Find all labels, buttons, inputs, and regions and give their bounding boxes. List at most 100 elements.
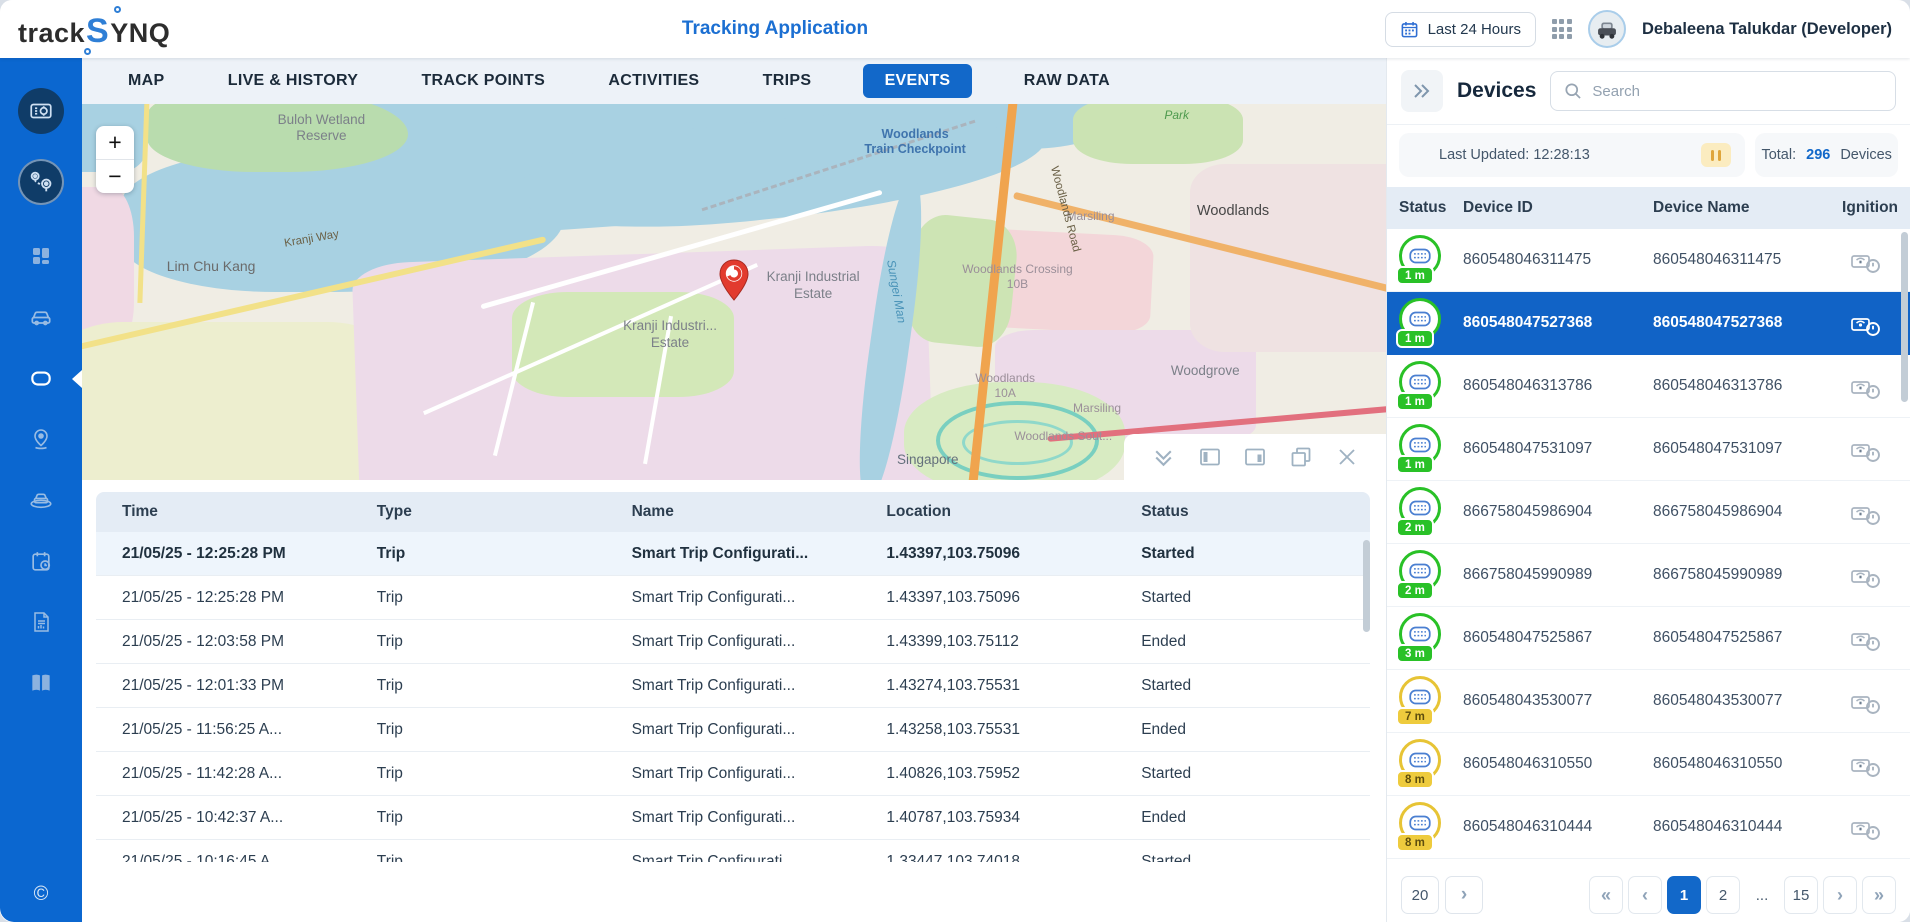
brand-logo[interactable]: trackSYNQ xyxy=(18,10,170,49)
duplicate-view-button[interactable] xyxy=(1288,444,1314,470)
device-row[interactable]: 8 m 860548046310444 860548046310444 xyxy=(1387,796,1910,859)
event-status: Started xyxy=(1115,589,1370,607)
collapse-panel-button[interactable] xyxy=(1150,444,1177,471)
active-item-notch xyxy=(72,370,82,388)
device-row[interactable]: 3 m 860548047525867 860548047525867 xyxy=(1387,607,1910,670)
page-button[interactable]: › xyxy=(1823,876,1857,914)
device-ignition-cell xyxy=(1834,373,1898,400)
pause-refresh-button[interactable] xyxy=(1701,143,1731,167)
sidebar-item-reports[interactable] xyxy=(28,609,54,635)
device-status-icon: 1 m xyxy=(1399,298,1443,348)
map-canvas[interactable]: Buloh Wetland ReserveWoodlands Train Che… xyxy=(82,104,1386,480)
sidebar-item-vehicles[interactable] xyxy=(28,304,54,330)
dock-right-button[interactable] xyxy=(1242,444,1268,470)
tab-raw-data[interactable]: RAW DATA xyxy=(1012,64,1122,98)
sidebar-item-device-settings[interactable] xyxy=(18,88,64,134)
event-row[interactable]: 21/05/25 - 11:42:28 A... Trip Smart Trip… xyxy=(96,752,1370,796)
devices-collapse-button[interactable] xyxy=(1401,70,1443,112)
device-row[interactable]: 8 m 860548046310550 860548046310550 xyxy=(1387,733,1910,796)
zoom-out-button[interactable]: − xyxy=(96,160,134,193)
search-input[interactable] xyxy=(1592,83,1883,100)
dashboard-icon xyxy=(29,244,53,268)
events-column-header: Name xyxy=(606,503,861,521)
devices-column-header: Device Name xyxy=(1653,199,1834,217)
sidebar-item-geofence[interactable] xyxy=(28,487,54,513)
copy-icon xyxy=(1288,444,1314,470)
devices-rows: 1 m 860548046311475 860548046311475 1 m … xyxy=(1387,229,1910,859)
tab-live-history[interactable]: LIVE & HISTORY xyxy=(216,64,370,98)
sidebar-item-route-history[interactable] xyxy=(18,159,64,205)
tab-track-points[interactable]: TRACK POINTS xyxy=(409,64,557,98)
page-button[interactable]: ... xyxy=(1745,876,1779,914)
ignition-icon xyxy=(1850,751,1882,778)
close-panel-button[interactable] xyxy=(1334,444,1360,470)
event-time: 21/05/25 - 12:01:33 PM xyxy=(96,677,351,695)
sidebar-item-scheduler[interactable] xyxy=(28,548,54,574)
sidebar: © xyxy=(0,58,82,922)
device-id: 860548046310444 xyxy=(1463,818,1653,836)
user-name[interactable]: Debaleena Talukdar (Developer) xyxy=(1642,20,1892,39)
device-row[interactable]: 1 m 860548046311475 860548046311475 xyxy=(1387,229,1910,292)
device-id: 860548043530077 xyxy=(1463,692,1653,710)
event-type: Trip xyxy=(351,545,606,563)
avatar[interactable] xyxy=(1588,10,1626,48)
device-status-icon: 7 m xyxy=(1399,676,1443,726)
page-button-current[interactable]: 1 xyxy=(1667,876,1701,914)
event-row[interactable]: 21/05/25 - 12:25:28 PM Trip Smart Trip C… xyxy=(96,576,1370,620)
event-row[interactable]: 21/05/25 - 10:16:45 A... Trip Smart Trip… xyxy=(96,840,1370,862)
calendar-icon xyxy=(1400,20,1419,39)
tab-events[interactable]: EVENTS xyxy=(863,64,973,98)
event-row[interactable]: 21/05/25 - 11:56:25 A... Trip Smart Trip… xyxy=(96,708,1370,752)
map-marker[interactable] xyxy=(717,258,751,307)
device-row[interactable]: 2 m 866758045990989 866758045990989 xyxy=(1387,544,1910,607)
device-id: 860548047525867 xyxy=(1463,629,1653,647)
event-row[interactable]: 21/05/25 - 12:01:33 PM Trip Smart Trip C… xyxy=(96,664,1370,708)
device-status-cell: 2 m xyxy=(1399,487,1463,537)
dock-left-button[interactable] xyxy=(1197,444,1223,470)
tab-map[interactable]: MAP xyxy=(116,64,176,98)
total-devices-box: Total: 296 Devices xyxy=(1755,133,1898,177)
page-button[interactable]: ‹ xyxy=(1628,876,1662,914)
page-size-value[interactable]: 20 xyxy=(1401,876,1439,914)
event-type: Trip xyxy=(351,589,606,607)
event-row[interactable]: 21/05/25 - 12:25:28 PM Trip Smart Trip C… xyxy=(96,532,1370,576)
devices-search[interactable] xyxy=(1550,71,1896,111)
device-row[interactable]: 1 m 860548046313786 860548046313786 xyxy=(1387,355,1910,418)
device-row[interactable]: 1 m 860548047527368 860548047527368 xyxy=(1387,292,1910,355)
ignition-icon xyxy=(1850,247,1882,274)
event-row[interactable]: 21/05/25 - 12:03:58 PM Trip Smart Trip C… xyxy=(96,620,1370,664)
device-name: 860548047527368 xyxy=(1653,314,1834,332)
obd-device-icon xyxy=(1407,749,1433,771)
map-residential-area xyxy=(1190,164,1386,352)
page-button[interactable]: « xyxy=(1589,876,1623,914)
events-scrollbar[interactable] xyxy=(1363,540,1370,632)
apps-grid-icon[interactable] xyxy=(1552,19,1572,39)
sidebar-item-documentation[interactable] xyxy=(28,670,54,696)
device-ignition-cell xyxy=(1834,247,1898,274)
ignition-icon xyxy=(1850,688,1882,715)
page-size-expander[interactable]: › xyxy=(1445,876,1483,914)
page-button[interactable]: 2 xyxy=(1706,876,1740,914)
page-size-group: 20 › xyxy=(1401,876,1483,914)
page-button[interactable]: 15 xyxy=(1784,876,1818,914)
sidebar-item-locations[interactable] xyxy=(28,426,54,452)
zoom-in-button[interactable]: + xyxy=(96,126,134,159)
copyright-icon[interactable]: © xyxy=(34,883,49,906)
device-row[interactable]: 1 m 860548047531097 860548047531097 xyxy=(1387,418,1910,481)
events-table-header: TimeTypeNameLocationStatus xyxy=(96,492,1370,532)
logo-s: S xyxy=(86,12,109,51)
sidebar-item-devices[interactable] xyxy=(28,365,54,391)
tab-activities[interactable]: ACTIVITIES xyxy=(596,64,711,98)
event-name: Smart Trip Configurati... xyxy=(606,853,861,863)
tab-trips[interactable]: TRIPS xyxy=(751,64,824,98)
devices-list: 1 m 860548046311475 860548046311475 1 m … xyxy=(1387,229,1910,868)
time-range-button[interactable]: Last 24 Hours xyxy=(1385,12,1536,47)
event-row[interactable]: 21/05/25 - 10:42:37 A... Trip Smart Trip… xyxy=(96,796,1370,840)
devices-scrollbar[interactable] xyxy=(1901,232,1908,402)
sidebar-item-dashboard[interactable] xyxy=(28,243,54,269)
events-table: TimeTypeNameLocationStatus 21/05/25 - 12… xyxy=(96,492,1370,862)
device-row[interactable]: 7 m 860548043530077 860548043530077 xyxy=(1387,670,1910,733)
device-row[interactable]: 2 m 866758045986904 866758045986904 xyxy=(1387,481,1910,544)
event-status: Ended xyxy=(1115,809,1370,827)
page-button[interactable]: » xyxy=(1862,876,1896,914)
